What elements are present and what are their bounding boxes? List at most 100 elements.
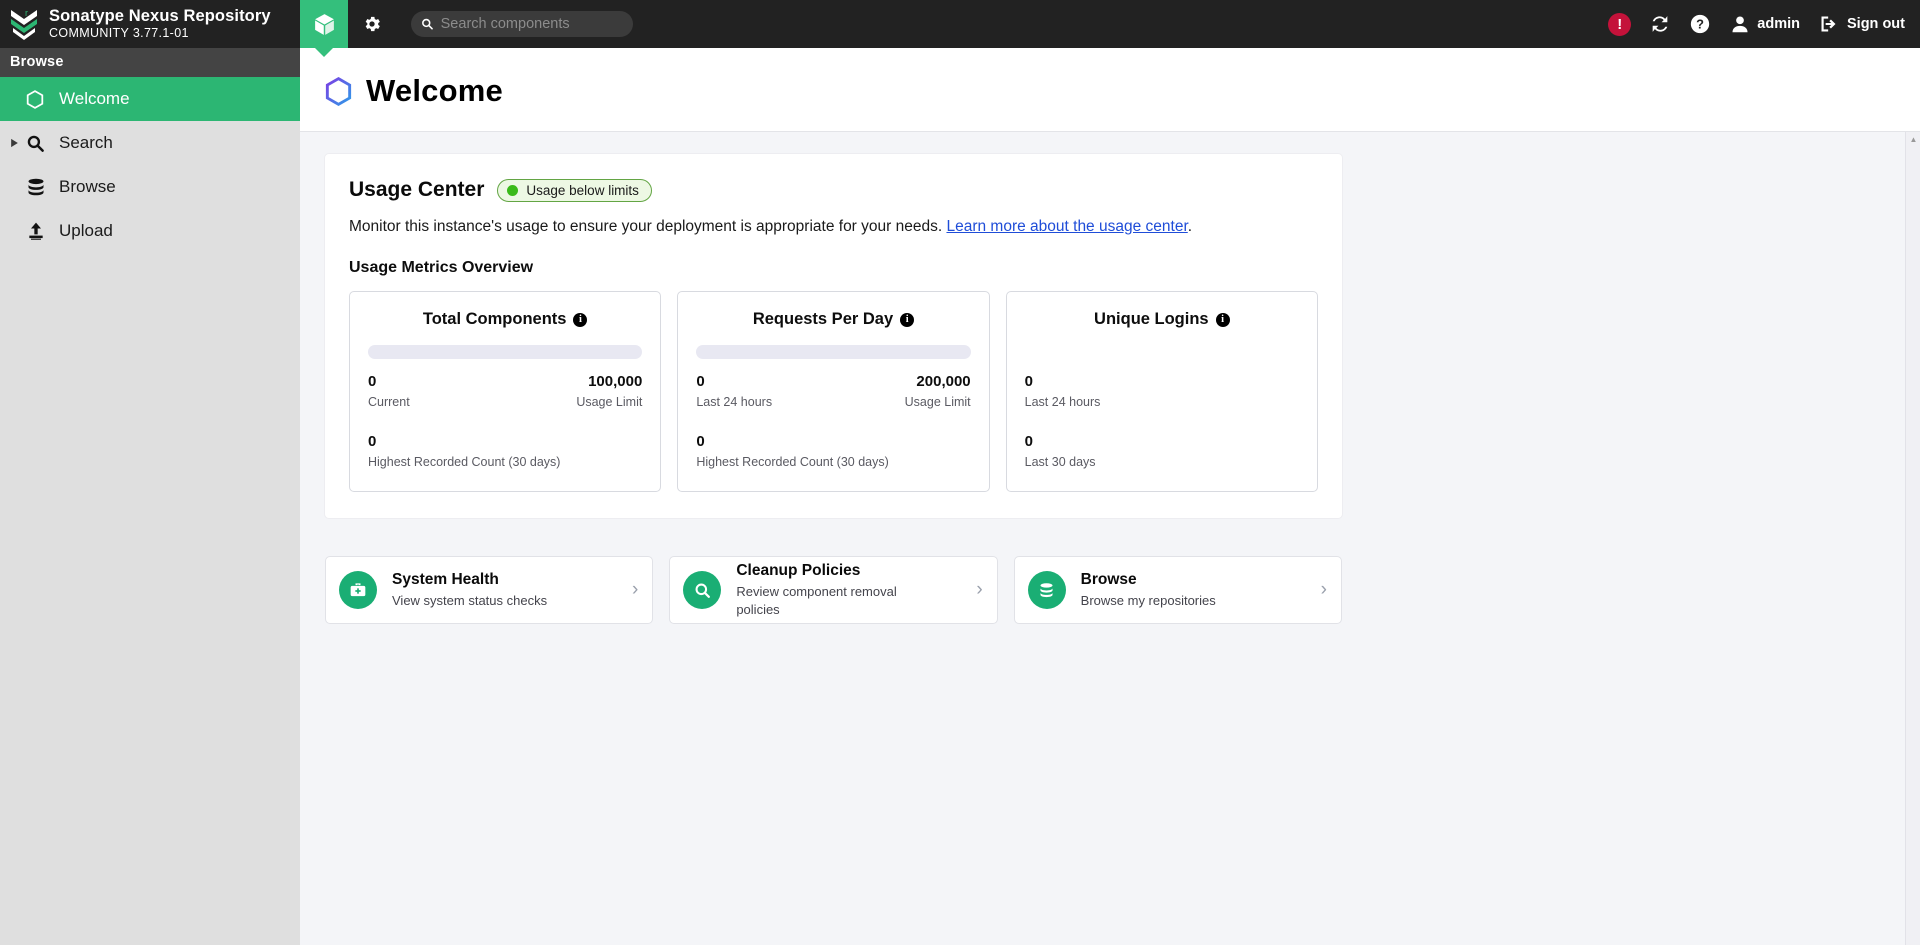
page-header: Welcome <box>300 48 1920 131</box>
brand: r Sonatype Nexus Repository COMMUNITY 3.… <box>0 7 300 41</box>
metric-secondary-value: 0 <box>1024 433 1033 450</box>
metric-limit-value: 100,000 <box>588 373 643 390</box>
metric-secondary-label: Last 30 days <box>1024 455 1096 469</box>
metric-secondary-label: Highest Recorded Count (30 days) <box>368 455 561 469</box>
action-card-subtitle: Browse my repositories <box>1080 592 1216 608</box>
progress-placeholder <box>1025 329 1299 359</box>
metric-title: Total Components i <box>368 310 642 329</box>
metric-limit-label: Usage Limit <box>576 395 643 409</box>
metric-secondary-label: Highest Recorded Count (30 days) <box>696 455 889 469</box>
database-icon <box>1027 571 1066 609</box>
refresh-icon[interactable] <box>1649 13 1671 35</box>
header-actions: ! ? admin Sign out <box>1608 12 1920 36</box>
metric-current-label: Last 24 hours <box>696 395 773 409</box>
top-header: r Sonatype Nexus Repository COMMUNITY 3.… <box>0 0 1920 48</box>
tab-repository[interactable] <box>300 0 348 48</box>
status-badge-label: Usage below limits <box>526 182 639 198</box>
sidebar-item-label: Search <box>59 133 113 152</box>
sidebar-item-browse[interactable]: Browse <box>0 165 300 209</box>
search-input[interactable] <box>440 16 623 32</box>
metric-card-requests-per-day: Requests Per Day i 0 Last 24 hours 200,0… <box>677 291 990 492</box>
metric-secondary-row: 0 Highest Recorded Count (30 days) <box>696 433 970 469</box>
chevron-right-icon[interactable] <box>10 138 26 148</box>
hexagon-icon <box>325 76 352 106</box>
metric-secondary-value: 0 <box>368 433 377 450</box>
info-icon[interactable]: i <box>1215 312 1230 327</box>
upload-icon <box>26 221 54 241</box>
sidebar-item-label: Browse <box>59 177 116 196</box>
vertical-scrollbar[interactable]: ▲ <box>1905 132 1920 945</box>
action-card-system-health[interactable]: System Health View system status checks … <box>325 556 654 624</box>
scroll-up-arrow-icon[interactable]: ▲ <box>1906 132 1920 147</box>
alert-glyph: ! <box>1617 15 1623 33</box>
tab-admin-settings[interactable] <box>348 0 396 48</box>
metrics-row: Total Components i 0 Current 100,000 Usa… <box>349 291 1318 492</box>
sidebar-item-label: Upload <box>59 221 113 240</box>
metric-current-value: 0 <box>368 373 377 390</box>
usage-center-description: Monitor this instance's usage to ensure … <box>349 218 1318 236</box>
brand-subtitle: COMMUNITY 3.77.1-01 <box>49 26 189 41</box>
metric-title-label: Unique Logins <box>1094 310 1209 328</box>
usage-center-panel: Usage Center Usage below limits Monitor … <box>325 154 1342 518</box>
info-icon[interactable]: i <box>573 312 588 327</box>
metric-current-label: Last 24 hours <box>1024 395 1101 409</box>
metric-limit-label: Usage Limit <box>904 395 971 409</box>
search-icon <box>26 134 54 153</box>
description-period: . <box>1187 218 1193 235</box>
metric-current-value: 0 <box>1024 373 1033 390</box>
database-icon <box>26 177 54 197</box>
chevron-right-icon: › <box>1320 579 1327 600</box>
learn-more-link[interactable]: Learn more about the usage center <box>946 218 1187 235</box>
sonatype-logo-icon: r <box>11 8 37 40</box>
progress-bar <box>368 345 643 359</box>
action-card-title: System Health <box>392 570 499 588</box>
sidebar: Browse Welcome Search Browse Upload <box>0 48 300 945</box>
help-icon[interactable]: ? <box>1689 13 1711 35</box>
metric-title-label: Total Components <box>422 310 567 328</box>
progress-bar <box>696 345 971 359</box>
status-dot-icon <box>507 184 519 196</box>
brand-title: Sonatype Nexus Repository <box>49 6 271 25</box>
action-card-browse[interactable]: Browse Browse my repositories › <box>1013 556 1342 624</box>
chevron-right-icon: › <box>976 579 983 600</box>
user-icon <box>1732 16 1748 33</box>
svg-text:?: ? <box>1696 17 1704 32</box>
metric-title: Unique Logins i <box>1025 310 1299 329</box>
metric-primary-row: 0 Current 100,000 Usage Limit <box>368 373 642 409</box>
sidebar-item-upload[interactable]: Upload <box>0 209 300 253</box>
cube-icon <box>314 13 334 35</box>
sidebar-item-welcome[interactable]: Welcome <box>0 77 300 121</box>
metric-primary-row: 0 Last 24 hours 200,000 Usage Limit <box>696 373 970 409</box>
metric-card-unique-logins: Unique Logins i 0 Last 24 hours 0 Last 3… <box>1005 291 1318 492</box>
action-card-subtitle: Review component removal policies <box>736 583 897 617</box>
usage-center-header: Usage Center Usage below limits <box>349 178 1318 202</box>
metric-secondary-value: 0 <box>696 433 705 450</box>
page-title: Welcome <box>366 73 503 108</box>
action-card-subtitle: View system status checks <box>392 592 548 608</box>
info-icon[interactable]: i <box>900 312 915 327</box>
metric-current-value: 0 <box>696 373 705 390</box>
usage-metrics-heading: Usage Metrics Overview <box>349 259 534 276</box>
gear-icon <box>365 16 380 32</box>
description-text: Monitor this instance's usage to ensure … <box>349 218 947 235</box>
body: Browse Welcome Search Browse Upload Welc… <box>0 48 1920 945</box>
global-search[interactable] <box>411 11 633 37</box>
sidebar-item-label: Welcome <box>59 89 130 108</box>
status-badge: Usage below limits <box>497 178 652 202</box>
signout-label: Sign out <box>1847 16 1905 32</box>
metric-secondary-row: 0 Highest Recorded Count (30 days) <box>368 433 642 469</box>
metric-primary-row: 0 Last 24 hours <box>1025 373 1299 409</box>
content-area: Usage Center Usage below limits Monitor … <box>300 131 1920 945</box>
action-card-title: Cleanup Policies <box>736 561 861 579</box>
signout-button[interactable]: Sign out <box>1818 14 1905 34</box>
user-menu[interactable]: admin <box>1729 13 1800 35</box>
signout-icon <box>1821 16 1836 32</box>
metric-limit-value: 200,000 <box>916 373 971 390</box>
metric-title-label: Requests Per Day <box>752 310 894 328</box>
alert-icon[interactable]: ! <box>1608 12 1632 36</box>
user-name: admin <box>1757 16 1800 32</box>
sidebar-item-search[interactable]: Search <box>0 121 300 165</box>
sidebar-section-title: Browse <box>0 48 300 77</box>
metric-card-total-components: Total Components i 0 Current 100,000 Usa… <box>349 291 662 492</box>
action-card-cleanup-policies[interactable]: Cleanup Policies Review component remova… <box>669 556 998 624</box>
